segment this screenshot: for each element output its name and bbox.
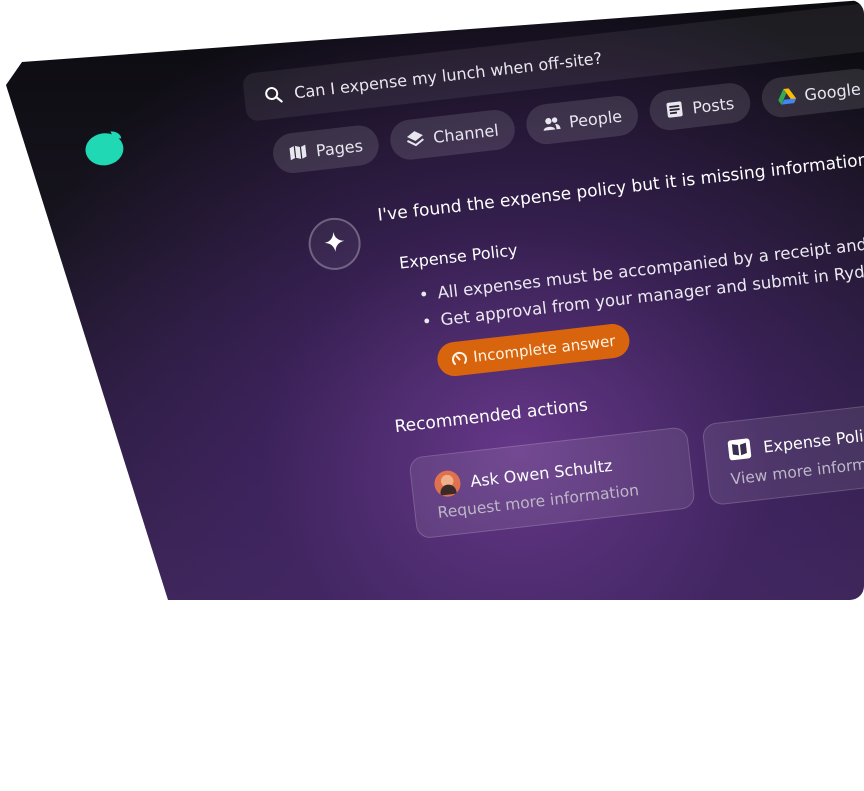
sparkle-icon: [323, 231, 346, 257]
filter-chip-label: Posts: [691, 93, 736, 117]
policy-title: Expense Policy: [398, 240, 519, 273]
filter-chip-channel[interactable]: Channel: [388, 107, 517, 162]
book-icon: [726, 436, 753, 463]
layers-icon: [405, 129, 425, 149]
app-logo[interactable]: [82, 126, 128, 169]
avatar: [433, 469, 462, 499]
search-icon: [263, 84, 285, 106]
filter-chip-people[interactable]: People: [524, 93, 641, 147]
gauge-icon: [451, 350, 469, 368]
app-window: Can I expense my lunch when off-site? Pa…: [6, 0, 864, 600]
app-content: Can I expense my lunch when off-site? Pa…: [60, 0, 864, 600]
action-card-ask-owen[interactable]: Ask Owen Schultz Request more informatio…: [408, 426, 696, 540]
action-card-title: Ask Owen Schultz: [469, 455, 614, 491]
post-icon: [665, 100, 685, 120]
action-card-title: Expense Policy: [762, 423, 864, 457]
status-badge-label: Incomplete answer: [472, 331, 617, 366]
filter-chip-pages[interactable]: Pages: [270, 123, 381, 176]
search-input[interactable]: Can I expense my lunch when off-site?: [293, 48, 603, 102]
filter-chip-posts[interactable]: Posts: [647, 81, 753, 133]
answer-intro: I've found the expense policy but it is …: [376, 148, 864, 226]
filter-chip-label: Google: [803, 78, 862, 105]
people-icon: [541, 114, 561, 134]
assistant-avatar: [305, 215, 364, 273]
filter-chip-label: Pages: [314, 135, 364, 160]
filter-chip-label: Channel: [432, 120, 500, 147]
google-drive-icon: [777, 87, 797, 107]
action-card-expense-policy[interactable]: Expense Policy View more information: [701, 386, 864, 506]
recommended-actions-title: Recommended actions: [393, 395, 589, 438]
map-icon: [288, 142, 308, 162]
filter-chip-google[interactable]: Google: [759, 66, 864, 120]
filter-chip-label: People: [567, 106, 623, 131]
